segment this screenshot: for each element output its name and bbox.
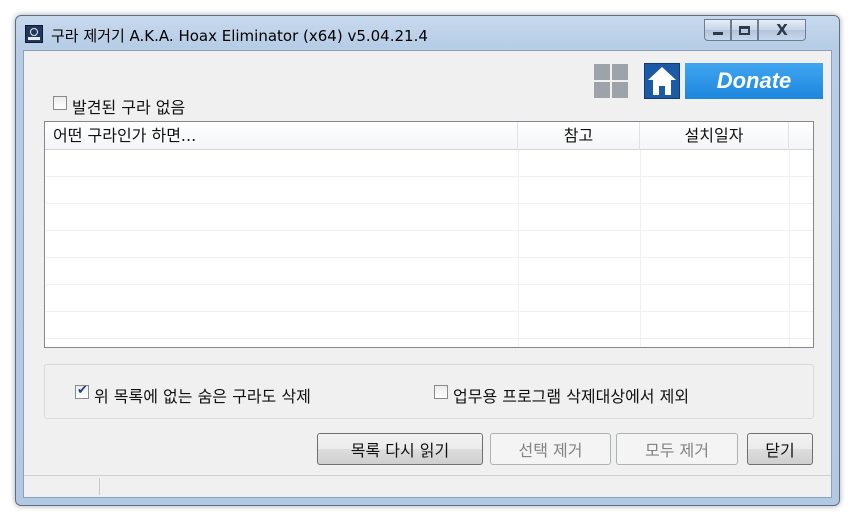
client-area: 발견된 구라 없음 Donate 어떤 구라인가 하면... 참고 설치일자 ✔… [23, 50, 832, 498]
list-row [45, 258, 813, 285]
no-hoax-label: 발견된 구라 없음 [72, 98, 186, 117]
maximize-icon [739, 25, 750, 35]
list-row [45, 285, 813, 312]
list-header: 어떤 구라인가 하면... 참고 설치일자 [45, 122, 813, 150]
reload-list-button[interactable]: 목록 다시 읽기 [317, 433, 483, 465]
title-bar[interactable]: 구라 제거기 A.K.A. Hoax Eliminator (x64) v5.0… [16, 16, 839, 50]
hidden-remove-checkbox[interactable] [75, 383, 89, 399]
no-hoax-checkbox[interactable] [53, 96, 67, 110]
remove-selected-button[interactable]: 선택 제거 [490, 433, 611, 465]
list-row [45, 177, 813, 204]
column-header-name[interactable]: 어떤 구라인가 하면... [45, 122, 518, 150]
list-row [45, 312, 813, 339]
status-bar [24, 475, 831, 497]
hoax-list[interactable]: 어떤 구라인가 하면... 참고 설치일자 [44, 121, 814, 348]
window-title: 구라 제거기 A.K.A. Hoax Eliminator (x64) v5.0… [51, 27, 428, 45]
close-button[interactable]: 닫기 [747, 433, 813, 465]
exclude-business-checkbox[interactable] [434, 385, 448, 399]
maximize-button[interactable] [731, 19, 758, 41]
exclude-business-label: 업무용 프로그램 삭제대상에서 제외 [453, 387, 690, 406]
donate-button[interactable]: Donate [685, 63, 823, 99]
windows-logo-icon[interactable] [594, 64, 628, 98]
list-row [45, 231, 813, 258]
home-icon[interactable] [644, 63, 680, 99]
close-icon: X [776, 21, 788, 39]
column-header-install-date[interactable]: 설치일자 [640, 122, 789, 150]
list-row [45, 204, 813, 231]
options-group: 위 목록에 없는 숨은 구라도 삭제 업무용 프로그램 삭제대상에서 제외 [44, 364, 814, 419]
hidden-remove-label: 위 목록에 없는 숨은 구라도 삭제 [94, 387, 311, 406]
remove-all-button[interactable]: 모두 제거 [616, 433, 738, 465]
list-row [45, 150, 813, 177]
close-window-button[interactable]: X [758, 19, 806, 41]
app-window: 구라 제거기 A.K.A. Hoax Eliminator (x64) v5.0… [15, 15, 840, 506]
minimize-icon [712, 31, 723, 35]
column-header-note[interactable]: 참고 [518, 122, 640, 150]
app-icon[interactable] [25, 25, 43, 43]
minimize-button[interactable] [704, 19, 731, 41]
